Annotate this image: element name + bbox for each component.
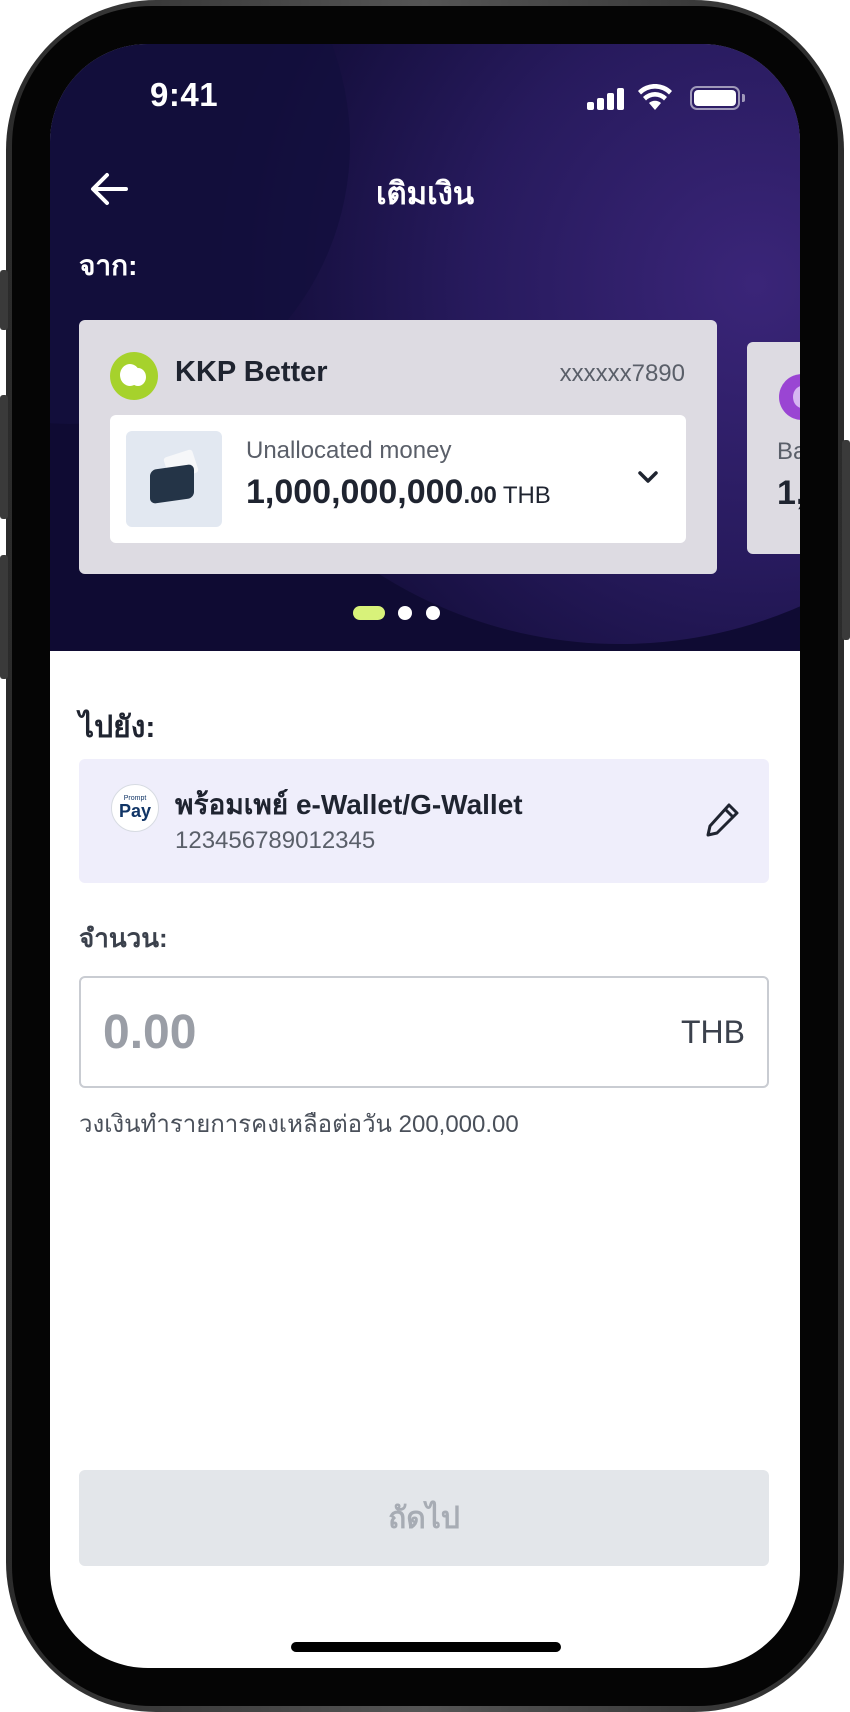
next-account-value: 1, [777, 474, 800, 512]
home-indicator[interactable] [291, 1642, 561, 1652]
balance-label: Unallocated money [246, 437, 452, 464]
amount-input[interactable] [103, 1000, 583, 1064]
app-screen: 9:41 เติมเงิน จาก: KKP Better xxxxxx7890… [50, 44, 800, 1668]
daily-limit-text: วงเงินทำรายการคงเหลือต่อวัน 200,000.00 [79, 1111, 519, 1138]
carousel-pager [50, 606, 800, 620]
mute-switch [0, 270, 8, 330]
power-button [842, 440, 850, 640]
promptpay-logo-icon: Prompt Pay [111, 784, 159, 832]
destination-card: Prompt Pay พร้อมเพย์ e-Wallet/G-Wallet 1… [79, 759, 769, 883]
account-logo-icon [779, 374, 800, 420]
source-account-card[interactable]: KKP Better xxxxxx7890 Unallocated money … [79, 320, 717, 574]
pager-dot-active[interactable] [353, 606, 385, 620]
header-section: 9:41 เติมเงิน จาก: KKP Better xxxxxx7890… [50, 44, 800, 651]
next-account-label: Ba [777, 438, 800, 465]
wallet-icon [126, 431, 222, 527]
status-time: 9:41 [150, 76, 219, 113]
kkp-logo-icon [110, 352, 158, 400]
cellular-signal-icon [587, 88, 627, 110]
amount-field[interactable]: THB [79, 976, 769, 1088]
pencil-icon[interactable] [703, 799, 743, 839]
navigation-bar: เติมเงิน [50, 154, 800, 224]
status-bar: 9:41 [50, 44, 800, 144]
wifi-icon [638, 84, 672, 110]
pager-dot[interactable] [426, 606, 440, 620]
balance-amount: 1,000,000,000.00 THB [246, 473, 551, 512]
next-button[interactable]: ถัดไป [79, 1470, 769, 1566]
balance-currency: THB [502, 482, 551, 509]
battery-icon [690, 86, 745, 110]
promptpay-logo-main: Pay [118, 801, 152, 821]
pager-dot[interactable] [398, 606, 412, 620]
balance-integer: 1,000,000,000 [246, 473, 464, 511]
destination-name: พร้อมเพย์ e-Wallet/G-Wallet [175, 789, 523, 820]
volume-up-button [0, 395, 8, 519]
balance-decimal: .00 [463, 482, 497, 509]
account-name: KKP Better [175, 356, 328, 388]
to-label: ไปยัง: [79, 711, 156, 744]
chevron-down-icon[interactable] [632, 461, 664, 493]
page-title: เติมเงิน [375, 176, 475, 211]
balance-selector[interactable]: Unallocated money 1,000,000,000.00 THB [110, 415, 686, 543]
next-account-card[interactable]: Ba 1, [747, 342, 800, 554]
from-label: จาก: [79, 250, 138, 281]
amount-label: จำนวน: [79, 923, 168, 953]
account-number: xxxxxx7890 [559, 360, 685, 387]
amount-currency: THB [681, 1014, 745, 1050]
volume-down-button [0, 555, 8, 679]
destination-number: 123456789012345 [175, 827, 376, 854]
